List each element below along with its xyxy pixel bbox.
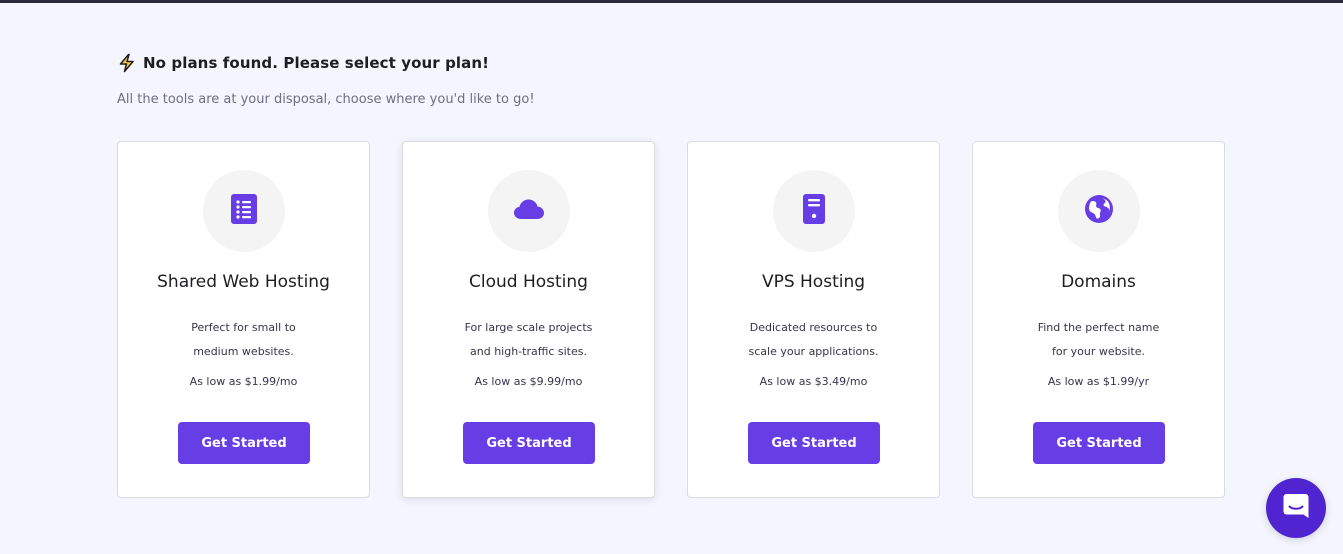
plan-description: Dedicated resources to scale your applic… [728,316,899,364]
page-title: No plans found. Please select your plan! [143,54,490,72]
get-started-button-domains[interactable]: Get Started [1033,422,1165,464]
plan-description-line: and high-traffic sites. [470,345,587,358]
top-bar [0,0,1343,3]
plan-title: VPS Hosting [761,272,866,292]
plan-price: As low as $3.49/mo [759,375,868,388]
plan-card-domains: Domains Find the perfect name for your w… [972,141,1225,498]
plan-description-line: Find the perfect name [1037,321,1160,334]
icon-circle [773,170,855,252]
globe-icon [1084,194,1114,228]
plan-description-line: for your website. [1052,345,1145,358]
server-icon [803,194,825,228]
plan-description-line: For large scale projects [464,321,593,334]
plan-description-line: medium websites. [193,345,294,358]
plan-card-shared-hosting: Shared Web Hosting Perfect for small to … [117,141,370,498]
plan-description-line: Perfect for small to [191,321,296,334]
get-started-button-vps-hosting[interactable]: Get Started [748,422,880,464]
plan-price: As low as $1.99/mo [189,375,298,388]
page-subtitle: All the tools are at your disposal, choo… [117,92,535,107]
plan-card-cloud-hosting: Cloud Hosting For large scale projects a… [402,141,655,498]
plan-description-line: Dedicated resources to [749,321,878,334]
plan-description-line: scale your applications. [748,345,879,358]
plan-price: As low as $9.99/mo [474,375,583,388]
plan-description: Find the perfect name for your website. [1013,316,1184,364]
plan-card-vps-hosting: VPS Hosting Dedicated resources to scale… [687,141,940,498]
plan-title: Domains [1061,272,1136,292]
chat-bubble-icon [1281,491,1311,525]
plan-price: As low as $1.99/yr [1047,375,1150,388]
document-list-icon [231,194,257,228]
icon-circle [1058,170,1140,252]
heading-row: No plans found. Please select your plan! [117,52,489,74]
get-started-button-shared-hosting[interactable]: Get Started [178,422,310,464]
lightning-bolt-icon [117,53,137,73]
icon-circle [488,170,570,252]
icon-circle [203,170,285,252]
chat-launcher-button[interactable] [1266,478,1326,538]
plan-description: For large scale projects and high-traffi… [443,316,614,364]
plan-title: Shared Web Hosting [157,272,330,292]
cloud-icon [513,198,545,224]
plan-title: Cloud Hosting [469,272,588,292]
get-started-button-cloud-hosting[interactable]: Get Started [463,422,595,464]
plan-description: Perfect for small to medium websites. [158,316,329,364]
